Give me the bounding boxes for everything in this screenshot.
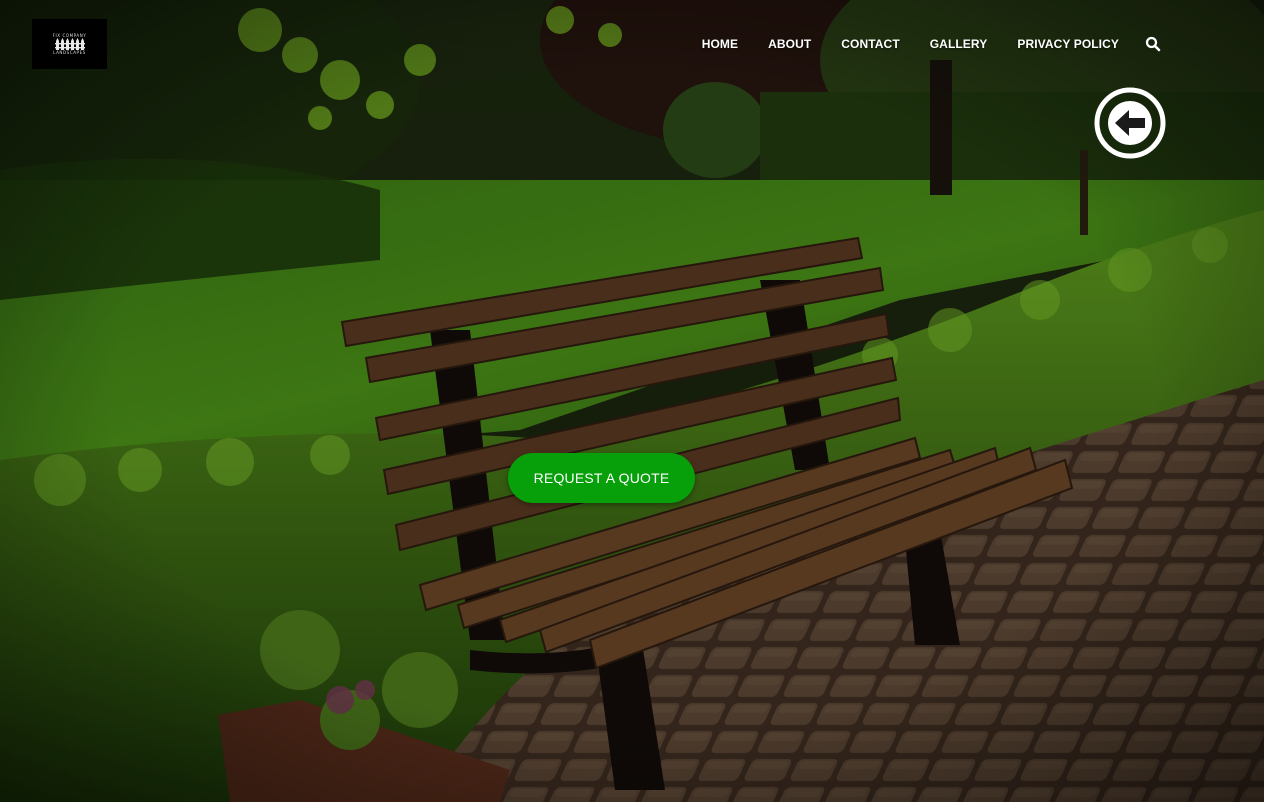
search-icon[interactable] — [1145, 36, 1161, 52]
hero-overlay — [0, 0, 1264, 802]
request-quote-button[interactable]: REQUEST A QUOTE — [508, 453, 695, 503]
page: FIX COMPANY LANDSCAPES HOME ABOUT CONTAC… — [0, 0, 1264, 802]
site-logo[interactable]: FIX COMPANY LANDSCAPES — [32, 19, 107, 69]
nav-home[interactable]: HOME — [702, 37, 738, 51]
nav-gallery[interactable]: GALLERY — [930, 37, 988, 51]
fence-logo-icon — [54, 38, 85, 50]
nav-about[interactable]: ABOUT — [768, 37, 811, 51]
logo-name: LANDSCAPES — [53, 50, 86, 55]
main-nav: HOME ABOUT CONTACT GALLERY PRIVACY POLIC… — [702, 36, 1119, 52]
arrow-left-circle-icon[interactable] — [1093, 86, 1167, 160]
nav-contact[interactable]: CONTACT — [841, 37, 899, 51]
nav-privacy-policy[interactable]: PRIVACY POLICY — [1017, 37, 1119, 51]
